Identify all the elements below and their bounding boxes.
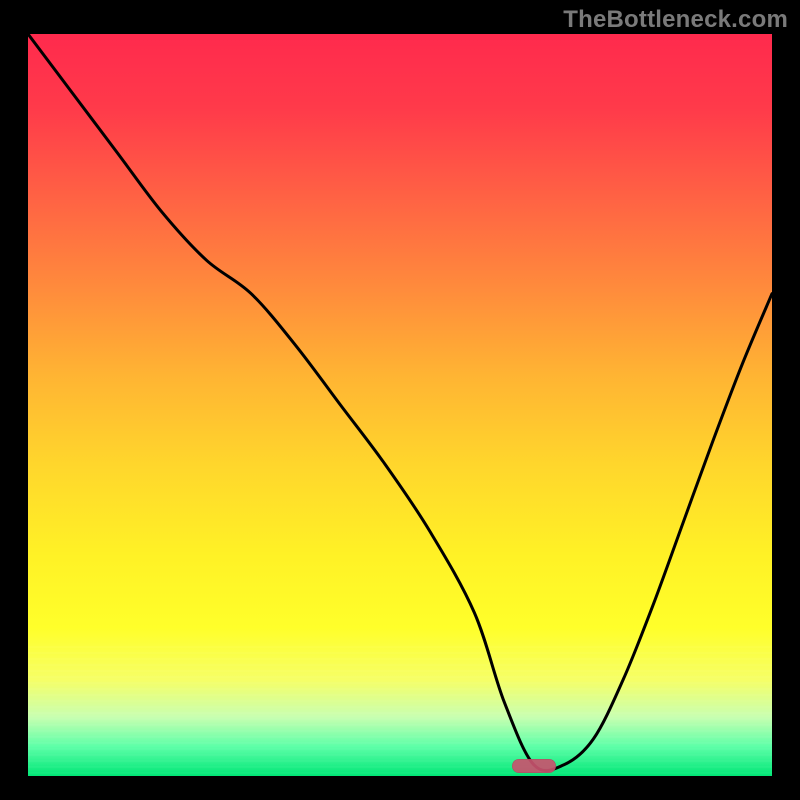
frame: TheBottleneck.com bbox=[0, 0, 800, 800]
watermark-label: TheBottleneck.com bbox=[563, 6, 788, 34]
plot-area bbox=[28, 34, 772, 776]
bottleneck-curve bbox=[28, 34, 772, 776]
optimum-marker bbox=[512, 759, 557, 773]
